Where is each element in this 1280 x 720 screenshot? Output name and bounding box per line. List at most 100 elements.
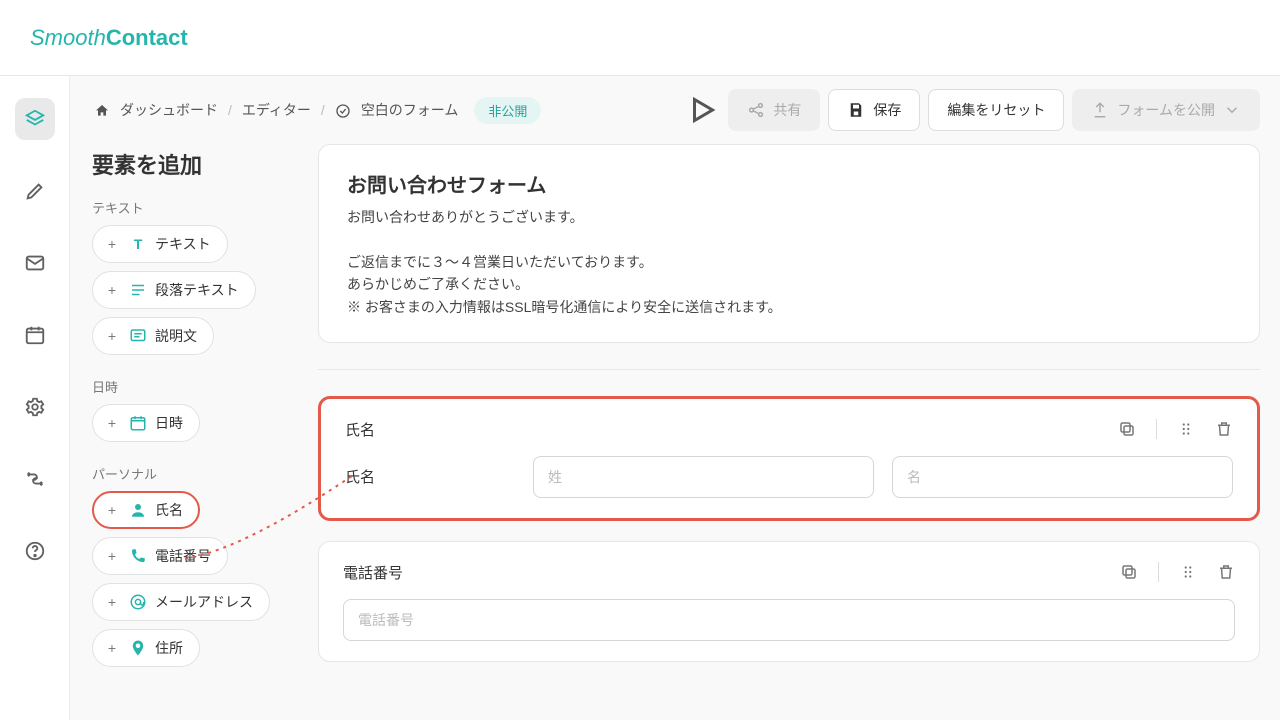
rail-edit[interactable] [15,170,55,212]
field-name-card[interactable]: 氏名 氏名 [318,396,1260,521]
crumb-dashboard[interactable]: ダッシュボード [120,100,218,120]
brand-logo: SmoothContact [30,25,188,51]
left-rail [0,76,70,720]
section-divider [318,369,1260,370]
publish-button[interactable]: フォームを公開 [1072,89,1260,131]
drag-icon[interactable] [1179,563,1197,581]
plus-icon: + [103,281,121,299]
chip-name-label: 氏名 [155,500,183,520]
chip-email-label: メールアドレス [155,592,253,612]
plus-icon: + [103,501,121,519]
calendar-icon [24,324,46,346]
share-button[interactable]: 共有 [728,89,820,131]
chip-address-label: 住所 [155,638,183,658]
trash-icon[interactable] [1215,420,1233,438]
copy-icon[interactable] [1118,420,1136,438]
publish-label: フォームを公開 [1117,100,1215,120]
play-icon [684,92,720,128]
save-button[interactable]: 保存 [828,89,920,131]
chip-text[interactable]: + T テキスト [92,225,228,263]
field-tools [1120,562,1235,582]
form-title: お問い合わせフォーム [347,169,1231,198]
content-column: ダッシュボード / エディター / 空白のフォーム 非公開 共有 保存 編 [70,76,1280,720]
share-icon [747,101,765,119]
field-tools [1118,419,1233,439]
toolbar: ダッシュボード / エディター / 空白のフォーム 非公開 共有 保存 編 [70,76,1280,144]
crumb-sep: / [228,102,232,118]
first-name-input[interactable] [892,456,1233,498]
crumb-formname: 空白のフォーム [361,100,459,120]
crumb-editor[interactable]: エディター [242,100,311,120]
drag-icon[interactable] [1177,420,1195,438]
trash-icon[interactable] [1217,563,1235,581]
plus-icon: + [103,639,121,657]
reset-label: 編集をリセット [947,100,1045,120]
status-badge: 非公開 [474,97,541,124]
main: ダッシュボード / エディター / 空白のフォーム 非公開 共有 保存 編 [0,76,1280,720]
brand-smooth: Smooth [30,25,106,50]
text-icon: T [129,235,147,253]
plus-icon: + [103,235,121,253]
panel-title: 要素を追加 [92,148,308,180]
pin-icon [129,639,147,657]
phone-input[interactable] [343,599,1235,641]
plus-icon: + [103,414,121,432]
breadcrumb: ダッシュボード / エディター / 空白のフォーム 非公開 [94,97,541,124]
chip-text-label: テキスト [155,234,211,254]
rail-calendar[interactable] [15,314,55,356]
rail-help[interactable] [15,530,55,572]
chip-phone-label: 電話番号 [155,546,211,566]
group-personal-label: パーソナル [92,464,308,483]
preview-button[interactable] [684,92,720,128]
reset-button[interactable]: 編集をリセット [928,89,1064,131]
save-icon [847,101,865,119]
copy-icon[interactable] [1120,563,1138,581]
gear-icon [24,396,46,418]
brand-bar: SmoothContact [0,0,1280,76]
pencil-icon [24,180,46,202]
check-icon [335,101,351,118]
chip-address[interactable]: + 住所 [92,629,200,667]
plus-icon: + [103,593,121,611]
chip-datetime-label: 日時 [155,413,183,433]
person-icon [129,501,147,519]
chip-description-label: 説明文 [155,326,197,346]
last-name-input[interactable] [533,456,874,498]
field-name-label: 氏名 [345,466,515,487]
calendar-icon [129,414,147,432]
layers-icon [24,108,46,130]
phone-icon [129,547,147,565]
description-icon [129,327,147,345]
at-icon [129,593,147,611]
group-datetime-label: 日時 [92,377,308,396]
chevron-down-icon [1223,101,1241,119]
tool-sep [1158,562,1159,582]
form-canvas: お問い合わせフォーム お問い合わせありがとうございます。 ご返信までに３〜４営業… [318,144,1280,720]
integration-icon [24,468,46,490]
crumb-sep: / [321,102,325,118]
save-label: 保存 [873,100,901,120]
tool-sep [1156,419,1157,439]
chip-paragraph[interactable]: + 段落テキスト [92,271,256,309]
mail-icon [24,252,46,274]
rail-integration[interactable] [15,458,55,500]
field-phone-title: 電話番号 [343,562,403,583]
elements-panel: 要素を追加 テキスト + T テキスト + 段落テキスト [70,144,318,720]
rail-layers[interactable] [15,98,55,140]
rail-settings[interactable] [15,386,55,428]
workspace: 要素を追加 テキスト + T テキスト + 段落テキスト [70,144,1280,720]
chip-description[interactable]: + 説明文 [92,317,214,355]
field-phone-card[interactable]: 電話番号 [318,541,1260,662]
field-name-title: 氏名 [345,419,375,440]
chip-name[interactable]: + 氏名 [92,491,200,529]
chip-email[interactable]: + メールアドレス [92,583,270,621]
chip-phone[interactable]: + 電話番号 [92,537,228,575]
paragraph-icon [129,281,147,299]
chip-datetime[interactable]: + 日時 [92,404,200,442]
help-icon [24,540,46,562]
form-header-card[interactable]: お問い合わせフォーム お問い合わせありがとうございます。 ご返信までに３〜４営業… [318,144,1260,343]
home-icon [94,101,110,118]
upload-icon [1091,101,1109,119]
plus-icon: + [103,327,121,345]
rail-mail[interactable] [15,242,55,284]
